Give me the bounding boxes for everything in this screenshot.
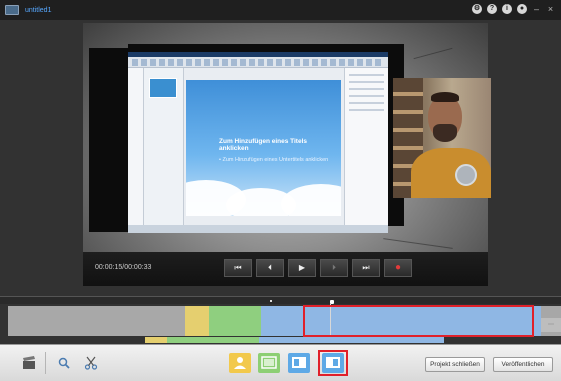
playhead-handle[interactable] (330, 300, 334, 304)
status-bar (128, 225, 388, 233)
presenter-beard (433, 124, 457, 142)
transport-buttons: ⏮ ⏴ ▶ ⏵ ⏭ ● (224, 259, 412, 277)
timecode: 00:00:15/00:00:33 (95, 264, 152, 271)
gear-icon[interactable]: ⚙ (472, 4, 482, 14)
webcam-only-mode[interactable] (229, 353, 251, 373)
step-forward-button[interactable]: ⏵ (320, 259, 348, 277)
slide-title: Zum Hinzufügen eines Titels anklicken (219, 138, 308, 152)
screen-recording: Zum Hinzufügen eines Titels anklicken • … (128, 52, 388, 233)
user-icon[interactable]: ● (517, 4, 527, 14)
play-button[interactable]: ▶ (288, 259, 316, 277)
recording-left-frame (89, 48, 128, 232)
cloud-shape (281, 184, 341, 216)
app-logo-icon (5, 5, 19, 15)
clapperboard-icon[interactable] (22, 356, 36, 370)
timeline-segment[interactable] (261, 306, 305, 336)
timeline-segment[interactable] (185, 306, 209, 336)
bottom-toolbar: Projekt schließen Veröffentlichen (0, 344, 561, 381)
presenter-hair (431, 92, 459, 102)
subtrack-segment (167, 337, 259, 343)
webcam-overlay[interactable] (393, 78, 491, 198)
close-button[interactable]: × (546, 4, 555, 14)
microphone (455, 164, 477, 186)
scissors-icon[interactable] (84, 356, 98, 370)
rewind-to-start-button[interactable]: ⏮ (224, 259, 252, 277)
title-bar: untitled1 ⚙ ? i ● – × (0, 0, 561, 20)
selected-mode-highlight (318, 350, 348, 376)
close-project-button[interactable]: Projekt schließen (425, 357, 485, 372)
presentation-ribbon (128, 52, 388, 68)
subtrack-segment (145, 337, 167, 343)
slide-thumbnails (144, 68, 184, 233)
zoom-icon[interactable] (57, 356, 71, 370)
presenter-shirt (411, 148, 491, 198)
publish-button[interactable]: Veröffentlichen (493, 357, 553, 372)
timeline-segment[interactable] (209, 306, 261, 336)
screencast-editor-window: untitled1 ⚙ ? i ● – × Zum Hinzufügen ein… (0, 0, 561, 381)
minimize-button[interactable]: – (532, 4, 541, 14)
slide-subtitle: • Zum Hinzufügen eines Untertitels ankli… (219, 157, 329, 163)
info-icon[interactable]: i (502, 4, 512, 14)
step-back-button[interactable]: ⏴ (256, 259, 284, 277)
playback-controls: 00:00:15/00:00:33 ⏮ ⏴ ▶ ⏵ ⏭ ● (83, 252, 488, 286)
tool-sidebar (128, 68, 144, 233)
window-title: untitled1 (25, 6, 52, 14)
webcam-left-mode[interactable] (288, 353, 310, 373)
track-end-cap: ⋯ (541, 318, 561, 332)
timeline-segment[interactable] (8, 306, 185, 336)
title-bar-controls: ⚙ ? i ● – × (472, 4, 555, 14)
record-button[interactable]: ● (384, 259, 412, 277)
properties-panel (344, 68, 388, 233)
skip-to-end-button[interactable]: ⏭ (352, 259, 380, 277)
slide-thumbnail (149, 78, 177, 98)
screen-only-mode[interactable] (258, 353, 280, 373)
ruler-tick (270, 300, 272, 302)
timeline-ruler[interactable] (0, 296, 561, 304)
selected-segment-highlight[interactable] (303, 305, 534, 337)
help-icon[interactable]: ? (487, 4, 497, 14)
subtrack-segment (259, 337, 444, 343)
slide-canvas: Zum Hinzufügen eines Titels anklicken • … (186, 80, 341, 216)
